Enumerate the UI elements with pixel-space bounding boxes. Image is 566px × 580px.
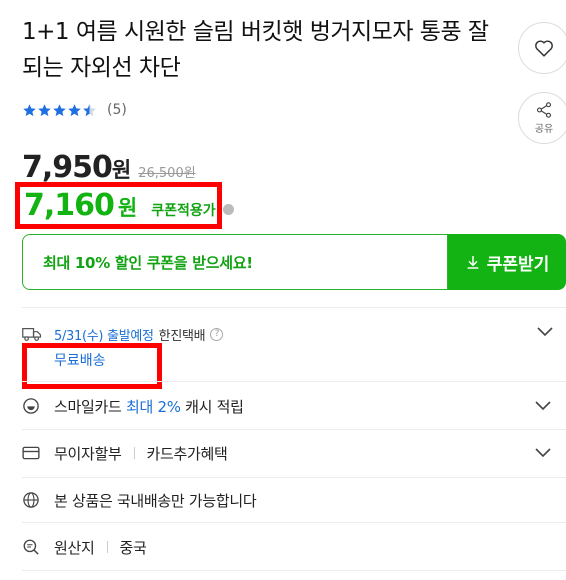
divider: [22, 429, 566, 430]
get-coupon-label: 쿠폰받기: [486, 254, 550, 275]
card-icon: [22, 444, 40, 462]
card-benefit-label: 카드추가혜택: [146, 444, 228, 463]
coupon-price-row: 7,160 원 쿠폰적용가: [24, 188, 234, 223]
divider: [22, 522, 566, 523]
info-icon[interactable]: [222, 204, 234, 215]
original-price: 26,500원: [138, 166, 196, 181]
free-shipping: 무료배송: [54, 353, 106, 369]
divider: [22, 570, 566, 571]
get-coupon-button[interactable]: 쿠폰받기: [448, 234, 566, 290]
star-icon: [68, 103, 81, 116]
origin-value: 중국: [119, 538, 147, 557]
wishlist-button[interactable]: [518, 22, 566, 74]
share-button[interactable]: 공유: [518, 92, 566, 144]
chevron-down-icon[interactable]: [534, 400, 552, 412]
star-icon: [23, 103, 36, 116]
coupon-price: 7,160: [24, 188, 115, 223]
shipping-date: 5/31(수) 출발예정: [54, 329, 154, 344]
domestic-shipping-row: 본 상품은 국내배송만 가능합니다: [22, 488, 566, 512]
chevron-down-icon[interactable]: [534, 447, 552, 459]
product-title: 1+1 여름 시원한 슬림 버킷햇 벙거지모자 통풍 잘되는 자외선 차단: [22, 19, 489, 81]
search-icon: [22, 538, 40, 556]
share-icon: [536, 102, 552, 118]
divider: [22, 477, 566, 478]
origin-label: 원산지: [54, 538, 95, 557]
help-icon[interactable]: ?: [210, 328, 224, 341]
shipping-line: 5/31(수) 출발예정 한진택배 ?: [54, 325, 224, 344]
domestic-shipping-text: 본 상품은 국내배송만 가능합니다: [54, 491, 257, 510]
rating-stars: [22, 103, 97, 118]
origin-row: 원산지 중국: [22, 535, 566, 559]
separator: [106, 541, 108, 553]
smile-card-row[interactable]: 스마일카드 최대 2% 캐시 적립: [22, 394, 566, 418]
separator: [133, 447, 135, 459]
download-icon: [467, 256, 479, 269]
star-icon: [38, 103, 51, 116]
review-count[interactable]: (5): [107, 102, 127, 118]
sale-price-row: 7,950원 26,500원: [22, 150, 196, 185]
share-label: 공유: [534, 124, 554, 135]
installment-row[interactable]: 무이자할부 카드추가혜택: [22, 441, 566, 465]
installment-label: 무이자할부: [54, 444, 122, 463]
smile-icon: [22, 397, 40, 415]
smile-card-text: 스마일카드 최대 2% 캐시 적립: [54, 397, 244, 416]
half-star-icon: [83, 103, 96, 116]
chevron-down-icon[interactable]: [536, 326, 554, 338]
coupon-banner[interactable]: 최대 10% 할인 쿠폰을 받으세요!: [22, 234, 448, 290]
divider: [22, 381, 566, 382]
coupon-banner-text: 최대 10% 할인 쿠폰을 받으세요!: [43, 253, 253, 272]
coupon-applied-tag: 쿠폰적용가: [151, 203, 216, 219]
divider: [22, 307, 566, 308]
shipping-carrier: 한진택배: [158, 329, 206, 344]
coupon-currency: 원: [117, 196, 138, 220]
heart-icon: [535, 40, 553, 57]
sale-price: 7,950원: [22, 150, 131, 185]
rating-summary[interactable]: (5): [22, 102, 127, 118]
star-icon: [53, 103, 66, 116]
globe-icon: [22, 491, 40, 509]
